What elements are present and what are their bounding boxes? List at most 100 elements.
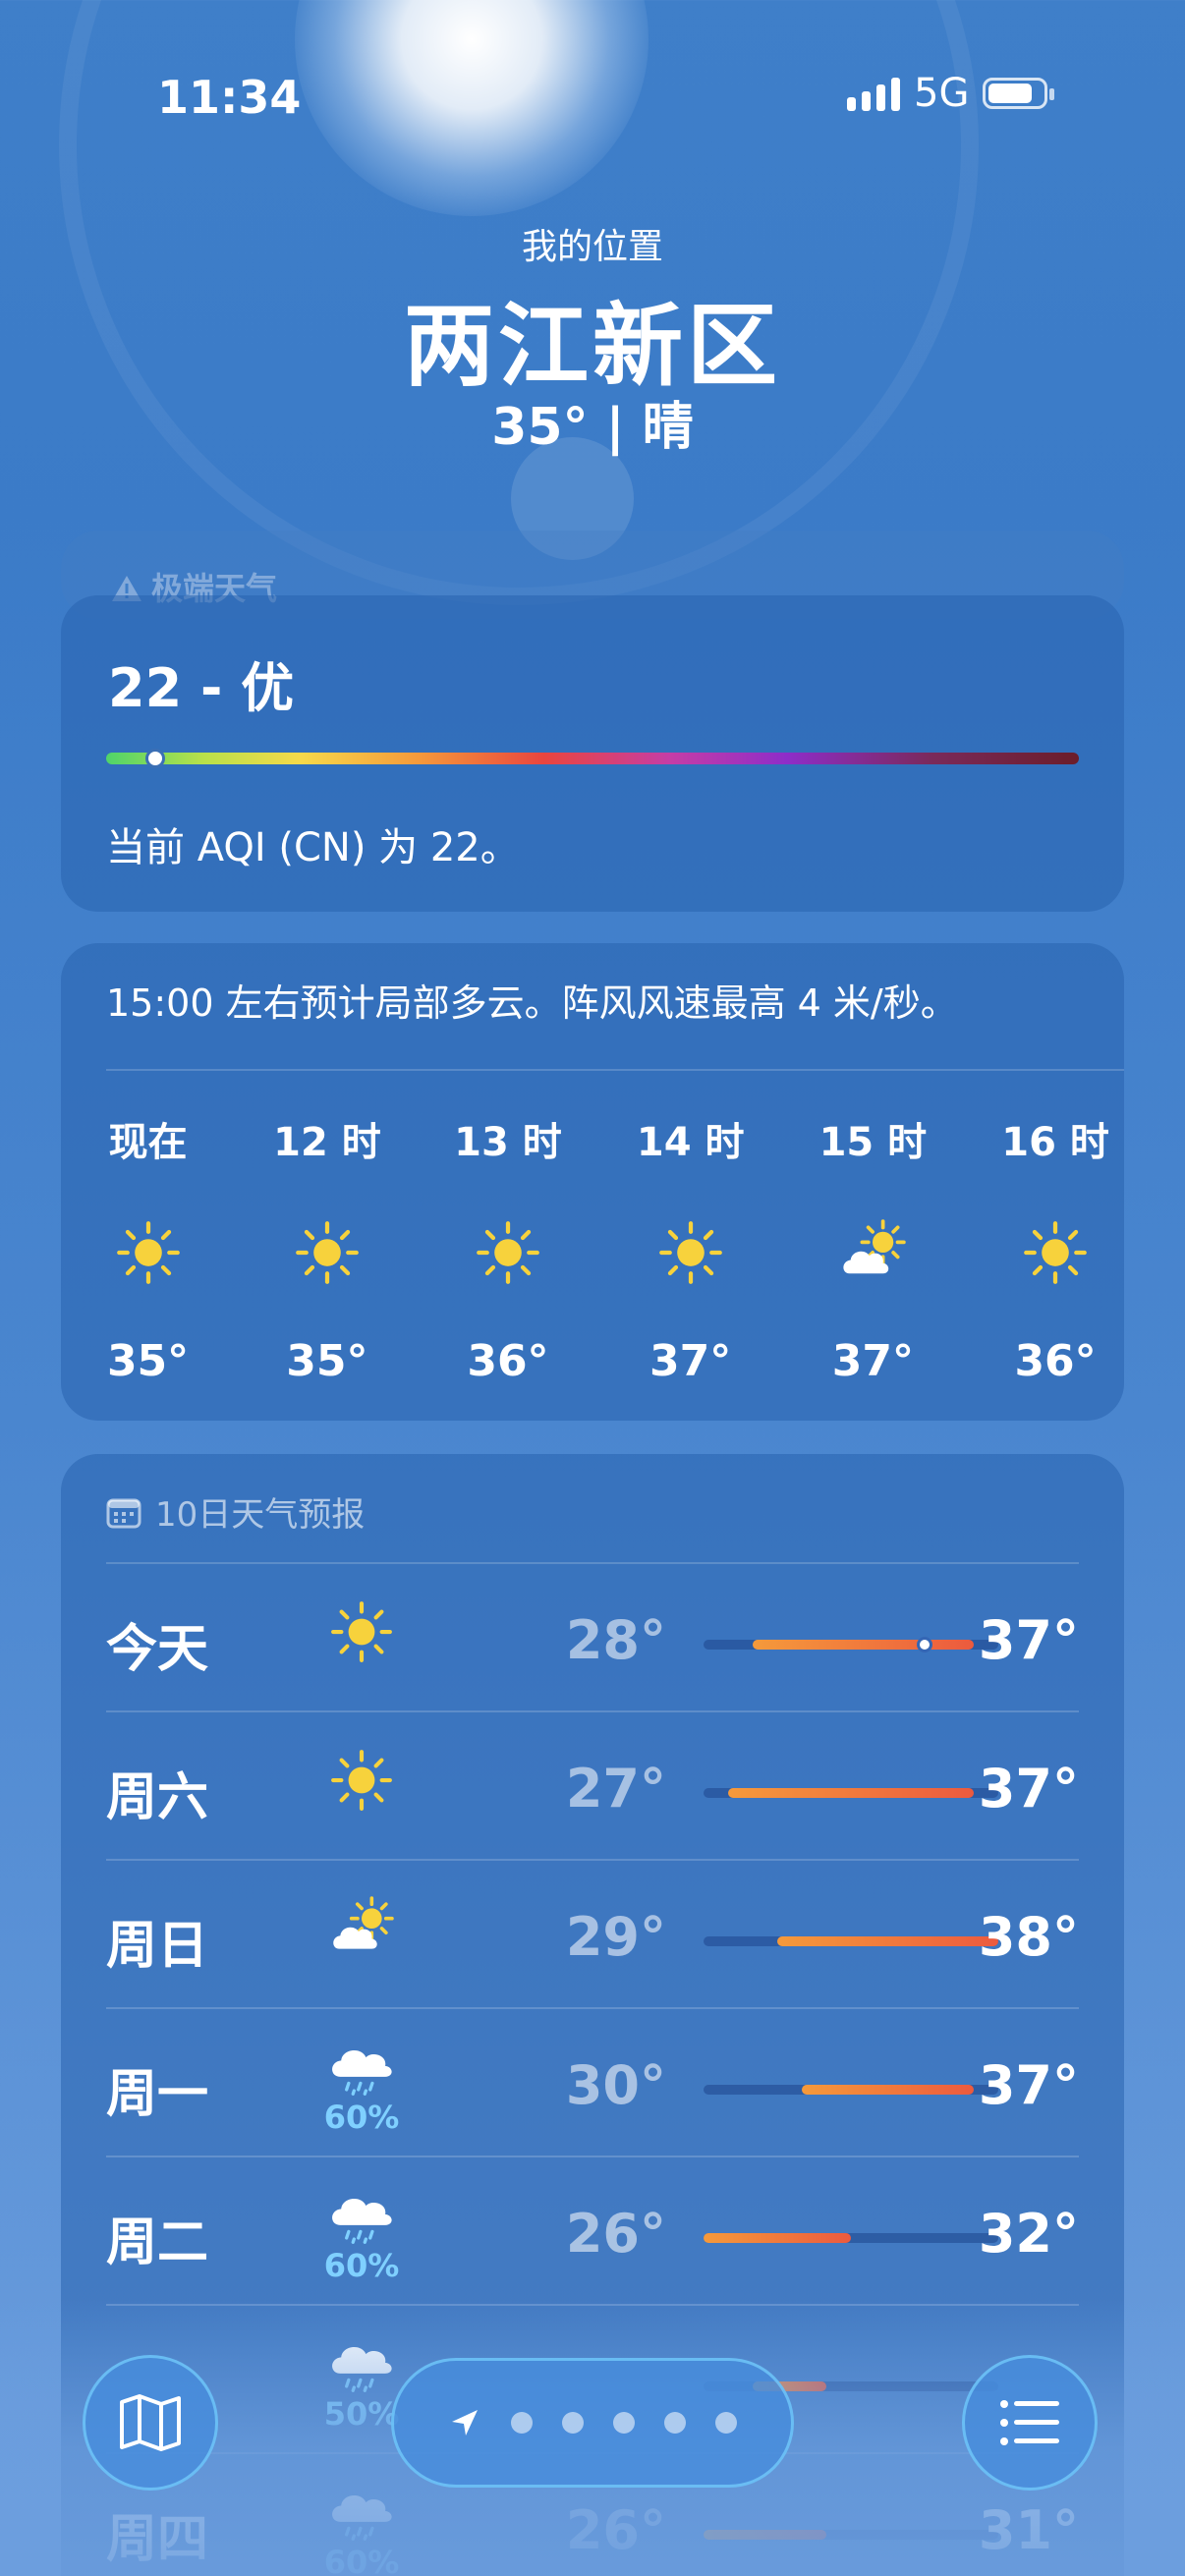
rain-cloud-icon: [332, 2050, 392, 2096]
hourly-item: 13 时 36°: [439, 1110, 577, 1386]
hour-label: 15 时: [818, 1120, 928, 1165]
forecast-title: 10日天气预报: [155, 1495, 366, 1535]
page-dot[interactable]: [511, 2412, 533, 2434]
temperature-range-track: [704, 2233, 998, 2243]
temperature-range-track: [704, 1936, 998, 1946]
page-dot[interactable]: [613, 2412, 635, 2434]
sun-icon: [477, 1221, 539, 1284]
current-conditions: 35° | 晴: [491, 398, 694, 457]
aqi-value: 22 - 优: [108, 657, 295, 719]
aqi-scale-bar: [106, 749, 1079, 768]
forecast-row[interactable]: 周二 60% 26° 32°: [106, 2156, 1079, 2305]
hourly-item: 14 时 37°: [622, 1110, 760, 1386]
forecast-weather-icon: [327, 1599, 396, 1664]
temperature-range-bar: [777, 1936, 998, 1946]
forecast-weather-icon: [327, 1748, 396, 1813]
current-temp-indicator: [917, 1637, 932, 1652]
forecast-weather-icon: [327, 1896, 396, 1961]
sun-icon: [116, 1221, 180, 1284]
forecast-low: 30°: [565, 2054, 666, 2116]
hour-label: 14 时: [636, 1120, 745, 1165]
forecast-row[interactable]: 今天 28° 37°: [106, 1562, 1079, 1711]
hourly-item: 12 时 35°: [258, 1110, 396, 1386]
battery-icon: [983, 78, 1055, 109]
page-dot[interactable]: [664, 2412, 686, 2434]
list-button[interactable]: [962, 2355, 1098, 2491]
temperature-range-bar: [753, 1640, 974, 1650]
hourly-item: 15 时 37°: [804, 1110, 941, 1386]
forecast-high: 37°: [978, 2054, 1079, 2116]
forecast-day: 周一: [106, 2065, 209, 2124]
hour-temperature: 36°: [1014, 1336, 1097, 1386]
hour-label: 16 时: [1001, 1120, 1109, 1165]
rain-cloud-icon: [332, 2199, 392, 2244]
map-icon: [120, 2394, 181, 2451]
sun-icon: [331, 1750, 392, 1811]
hour-weather-icon: [80, 1218, 217, 1287]
location-label: 我的位置: [521, 227, 663, 267]
forecast-weather-icon: 60%: [324, 2193, 399, 2284]
status-time: 11:34: [157, 71, 302, 124]
forecast-row[interactable]: 周一 60% 30° 37°: [106, 2007, 1079, 2156]
hour-weather-icon: [258, 1218, 396, 1287]
hour-weather-icon: [622, 1218, 760, 1287]
hour-temperature: 37°: [831, 1336, 914, 1386]
hour-weather-icon: [804, 1218, 941, 1287]
status-icons: 5G: [847, 71, 1055, 116]
forecast-header: 10日天气预报: [106, 1487, 365, 1536]
page-indicator[interactable]: [391, 2358, 794, 2488]
temperature-range-bar: [802, 2085, 974, 2095]
network-type: 5G: [914, 71, 970, 116]
hourly-summary: 15:00 左右预计局部多云。阵风风速最高 4 米/秒。: [106, 981, 958, 1025]
precipitation-chance: 60%: [323, 2098, 400, 2136]
partly-cloudy-icon: [333, 1896, 394, 1949]
forecast-low: 28°: [565, 1609, 666, 1671]
map-button[interactable]: [83, 2355, 218, 2491]
forecast-high: 37°: [978, 1758, 1079, 1820]
page-dot[interactable]: [715, 2412, 737, 2434]
forecast-row[interactable]: 周六 27° 37°: [106, 1710, 1079, 1860]
hour-weather-icon: [439, 1218, 577, 1287]
forecast-day: 周日: [106, 1917, 209, 1976]
forecast-weather-icon: 60%: [324, 2044, 399, 2136]
hour-temperature: 37°: [649, 1336, 732, 1386]
hour-label: 12 时: [273, 1120, 381, 1165]
hour-temperature: 35°: [286, 1336, 368, 1386]
sun-icon: [658, 1221, 722, 1284]
forecast-day: 今天: [106, 1620, 209, 1679]
forecast-low: 27°: [565, 1758, 666, 1820]
page-dot[interactable]: [562, 2412, 584, 2434]
hourly-forecast-card[interactable]: 15:00 左右预计局部多云。阵风风速最高 4 米/秒。 现在 35° 12 时 35…: [61, 943, 1124, 1421]
forecast-high: 32°: [978, 2203, 1079, 2265]
hourly-item: 16 时 36°: [987, 1110, 1124, 1386]
aqi-description: 当前 AQI (CN) 为 22。: [106, 825, 520, 870]
hour-label: 13 时: [454, 1120, 562, 1165]
aqi-indicator: [144, 749, 165, 768]
calendar-icon: [106, 1498, 141, 1528]
forecast-row[interactable]: 周日 29° 38°: [106, 1859, 1079, 2008]
temperature-range-bar: [704, 2233, 851, 2243]
sun-icon: [1024, 1221, 1087, 1284]
temperature-range-bar: [728, 1788, 974, 1798]
forecast-day: 周六: [106, 1768, 209, 1827]
list-icon: [1000, 2400, 1059, 2445]
hour-weather-icon: [987, 1218, 1124, 1287]
location-arrow-icon: [452, 2410, 478, 2436]
precipitation-chance: 60%: [323, 2246, 400, 2284]
divider: [106, 1069, 1124, 1071]
temperature-range-track: [704, 1637, 998, 1652]
hour-temperature: 36°: [467, 1336, 549, 1386]
forecast-low: 29°: [565, 1906, 666, 1968]
partly-cloudy-icon: [843, 1219, 907, 1274]
sun-icon: [296, 1221, 359, 1284]
hour-label: 现在: [108, 1120, 188, 1165]
hour-temperature: 35°: [106, 1336, 190, 1386]
signal-icon: [847, 76, 900, 111]
air-quality-card[interactable]: 22 - 优 当前 AQI (CN) 为 22。: [61, 595, 1124, 912]
forecast-low: 26°: [565, 2203, 666, 2265]
forecast-high: 38°: [978, 1906, 1079, 1968]
sun-icon: [331, 1601, 392, 1662]
forecast-day: 周二: [106, 2213, 209, 2272]
forecast-high: 37°: [978, 1609, 1079, 1671]
temperature-range-track: [704, 1788, 998, 1798]
